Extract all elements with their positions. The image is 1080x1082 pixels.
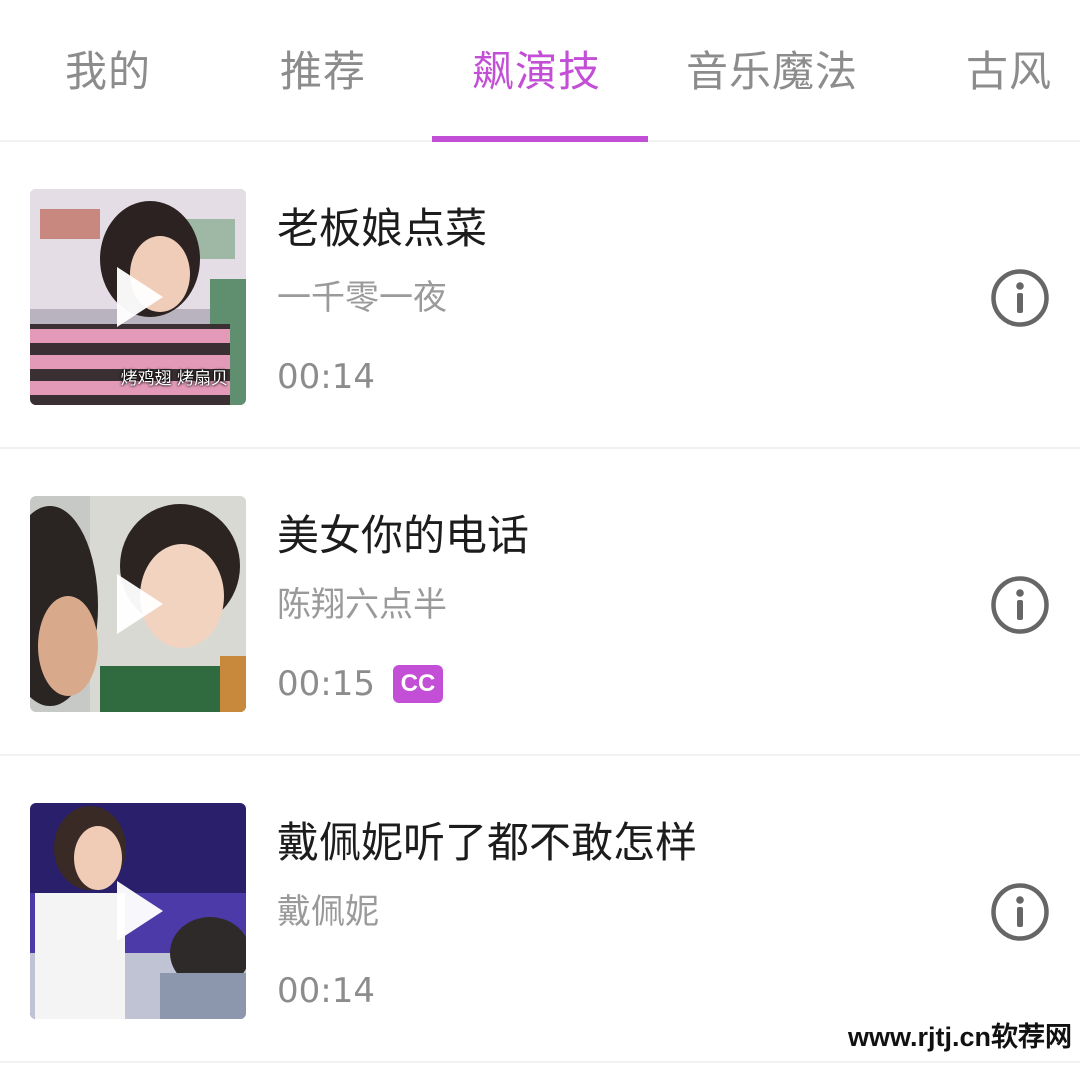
tab-bar: 我的 推荐 飙演技 音乐魔法 古风: [0, 0, 1080, 142]
clip-title: 老板娘点菜: [277, 204, 488, 253]
info-icon[interactable]: [990, 882, 1050, 942]
list-item[interactable]: 烤鸡翅 烤扇贝 老板娘点菜 一千零一夜 00:14: [0, 142, 1080, 449]
tab-music-magic[interactable]: 音乐魔法: [686, 42, 858, 102]
video-thumbnail[interactable]: [30, 803, 246, 1019]
clip-duration: 00:15: [277, 664, 375, 704]
tab-acting[interactable]: 飙演技: [472, 42, 601, 102]
clip-duration: 00:14: [277, 971, 375, 1011]
tab-recommended[interactable]: 推荐: [280, 42, 366, 102]
info-icon[interactable]: [990, 268, 1050, 328]
watermark: www.rjtj.cn软荐网: [847, 1022, 1072, 1052]
video-thumbnail[interactable]: [30, 496, 246, 712]
play-icon[interactable]: [117, 574, 163, 634]
thumbnail-caption: 烤鸡翅 烤扇贝: [120, 369, 228, 389]
cc-badge: CC: [392, 665, 443, 703]
play-icon[interactable]: [117, 881, 163, 941]
clip-list: 烤鸡翅 烤扇贝 老板娘点菜 一千零一夜 00:14 美女你的电话 陈翔六点半 0…: [0, 142, 1080, 1063]
clip-source: 一千零一夜: [277, 278, 447, 318]
clip-title: 美女你的电话: [277, 511, 530, 560]
clip-duration: 00:14: [277, 357, 375, 397]
info-icon[interactable]: [990, 575, 1050, 635]
clip-source: 陈翔六点半: [277, 585, 447, 625]
video-thumbnail[interactable]: 烤鸡翅 烤扇贝: [30, 189, 246, 405]
list-item[interactable]: 美女你的电话 陈翔六点半 00:15 CC: [0, 449, 1080, 756]
play-icon[interactable]: [117, 267, 163, 327]
clip-meta: 00:14: [277, 967, 375, 1015]
clip-meta: 00:14: [277, 353, 375, 401]
clip-meta: 00:15 CC: [277, 660, 443, 708]
clip-title: 戴佩妮听了都不敢怎样: [277, 818, 698, 867]
tab-ancient-style[interactable]: 古风: [966, 42, 1052, 102]
tab-mine[interactable]: 我的: [65, 42, 151, 102]
clip-source: 戴佩妮: [277, 892, 379, 932]
